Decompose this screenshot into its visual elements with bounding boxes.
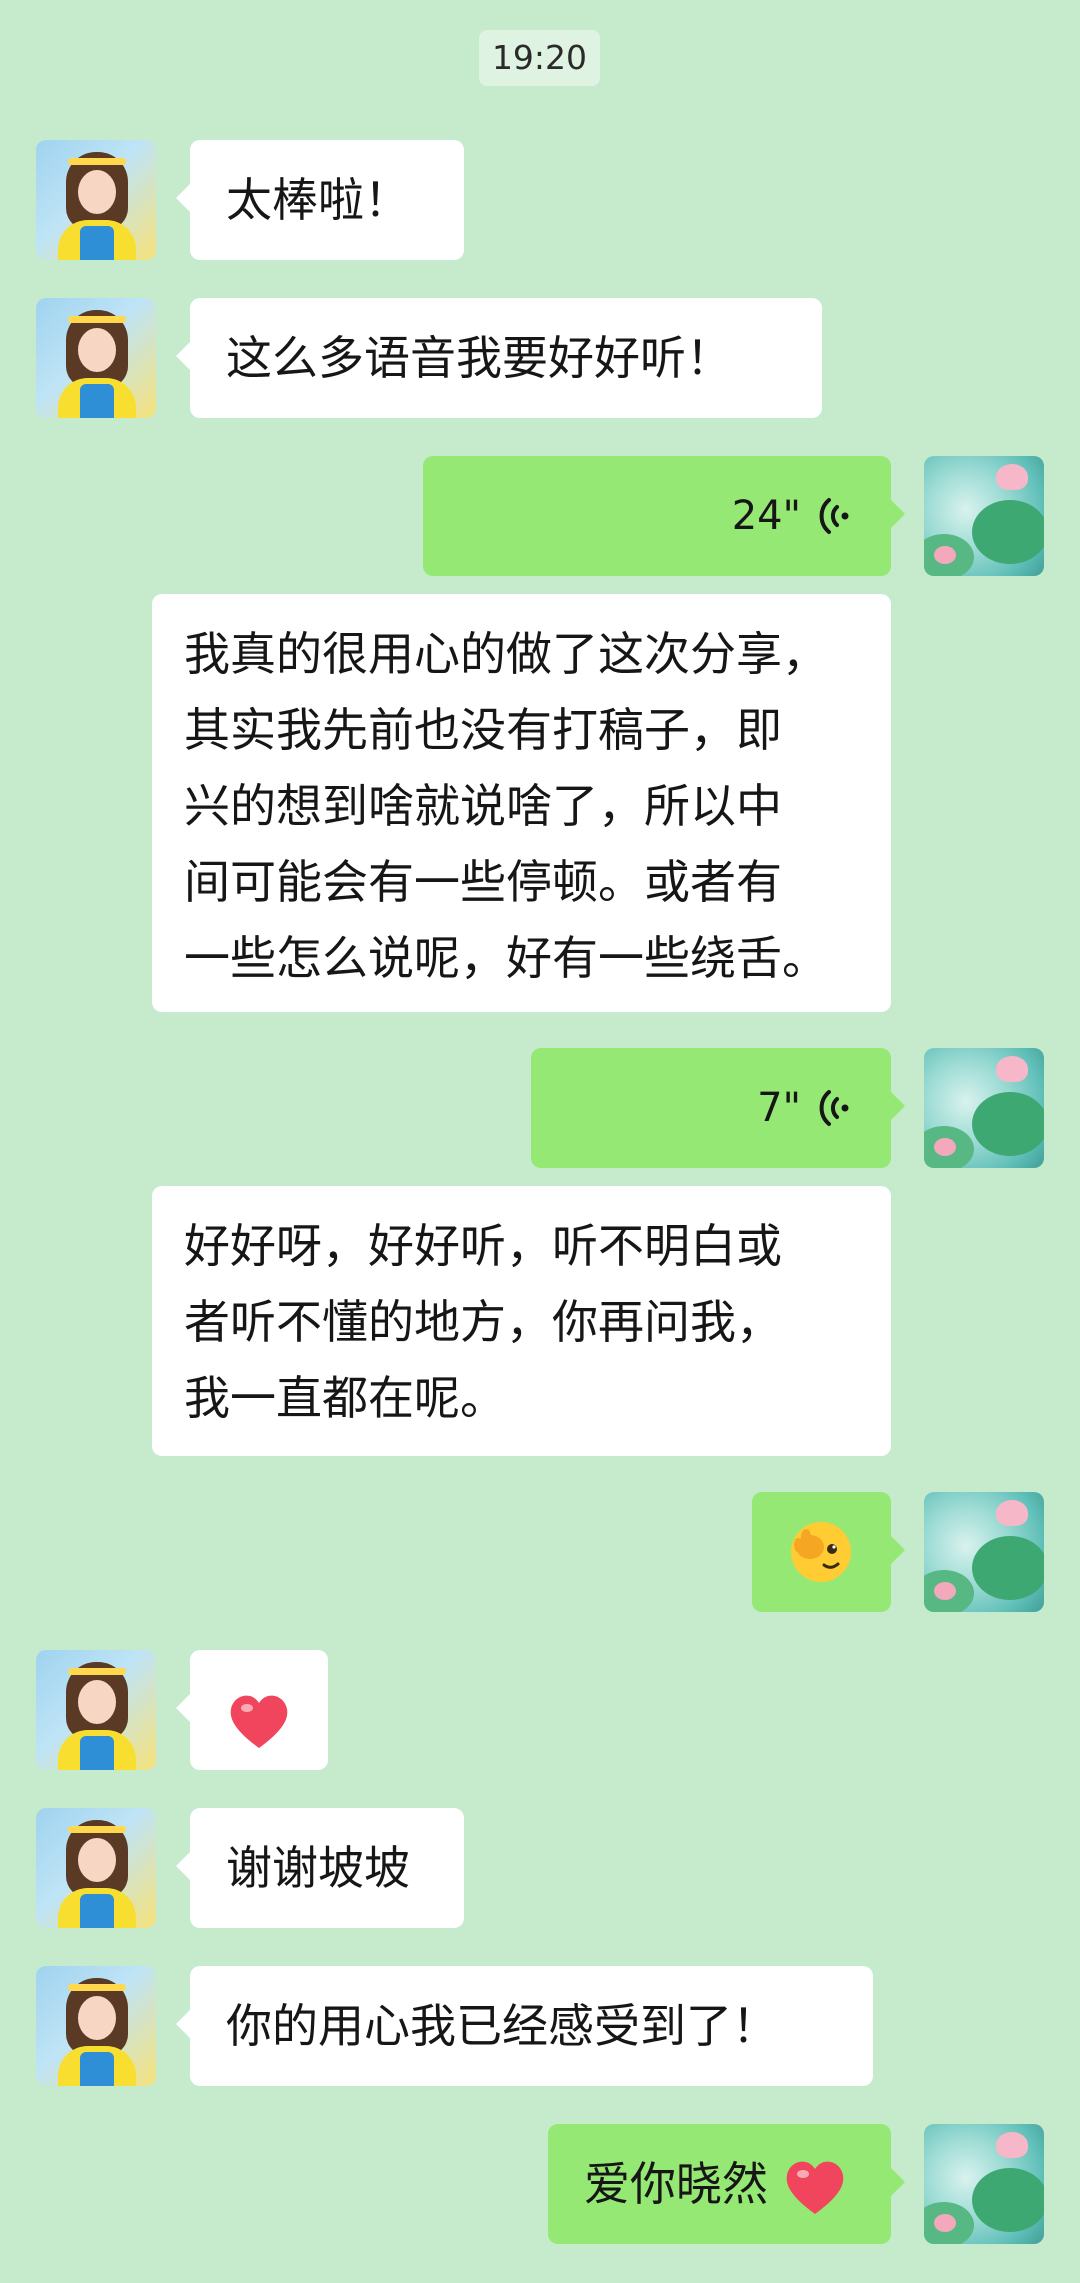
message-bubble[interactable]: 好好呀，好好听，听不明白或 者听不懂的地方，你再问我， 我一直都在呢。 — [152, 1186, 891, 1456]
emoji-message-bubble[interactable] — [752, 1492, 905, 1612]
message-text: 爱你晓然 — [584, 2157, 768, 2211]
message-bubble[interactable]: 我真的很用心的做了这次分享， 其实我先前也没有打稿子，即 兴的想到啥就说啥了，所… — [152, 594, 891, 1012]
contact-avatar[interactable] — [36, 1966, 156, 2086]
contact-avatar[interactable] — [36, 298, 156, 418]
face-peek-emoji-icon — [791, 1522, 851, 1582]
message-bubble[interactable]: 太棒啦！ — [176, 140, 464, 260]
voice-message-bubble[interactable]: 7" — [531, 1048, 905, 1168]
message-text-line: 者听不懂的地方，你再问我， — [184, 1295, 782, 1349]
message-text: 太棒啦！ — [226, 173, 410, 227]
self-avatar[interactable] — [924, 1048, 1044, 1168]
message-text-line: 兴的想到啥就说啥了，所以中 — [184, 779, 782, 833]
emoji-message-bubble[interactable] — [176, 1650, 328, 1770]
message-text-line: 好好呀，好好听，听不明白或 — [184, 1219, 782, 1273]
message-text-line: 其实我先前也没有打稿子，即 — [184, 703, 782, 757]
contact-avatar[interactable] — [36, 1808, 156, 1928]
message-text-line: 我一直都在呢。 — [184, 1371, 506, 1425]
message-bubble[interactable]: 爱你晓然 — [548, 2124, 905, 2244]
self-avatar[interactable] — [924, 1492, 1044, 1612]
voice-message-bubble[interactable]: 24" — [423, 456, 905, 576]
message-bubble[interactable]: 谢谢坡坡 — [176, 1808, 464, 1928]
self-avatar[interactable] — [924, 2124, 1044, 2244]
message-bubble[interactable]: 这么多语音我要好好听！ — [176, 298, 822, 418]
contact-avatar[interactable] — [36, 1650, 156, 1770]
message-text-line: 一些怎么说呢，好有一些绕舌。 — [184, 931, 828, 985]
red-heart-icon — [786, 2161, 843, 2214]
red-heart-icon — [230, 1695, 288, 1748]
chat-timestamp: 19:20 — [479, 30, 600, 86]
message-text: 谢谢坡坡 — [226, 1841, 410, 1895]
message-text-line: 间可能会有一些停顿。或者有 — [184, 855, 782, 909]
voice-duration: 24" — [731, 493, 801, 539]
contact-avatar[interactable] — [36, 140, 156, 260]
voice-wave-icon — [819, 498, 849, 534]
message-text-line: 我真的很用心的做了这次分享， — [184, 627, 828, 681]
message-bubble[interactable]: 你的用心我已经感受到了！ — [176, 1966, 873, 2086]
voice-wave-icon — [819, 1090, 849, 1126]
message-text: 这么多语音我要好好听！ — [226, 331, 732, 385]
voice-duration: 7" — [757, 1085, 801, 1131]
message-text: 你的用心我已经感受到了！ — [226, 1999, 778, 2053]
self-avatar[interactable] — [924, 456, 1044, 576]
